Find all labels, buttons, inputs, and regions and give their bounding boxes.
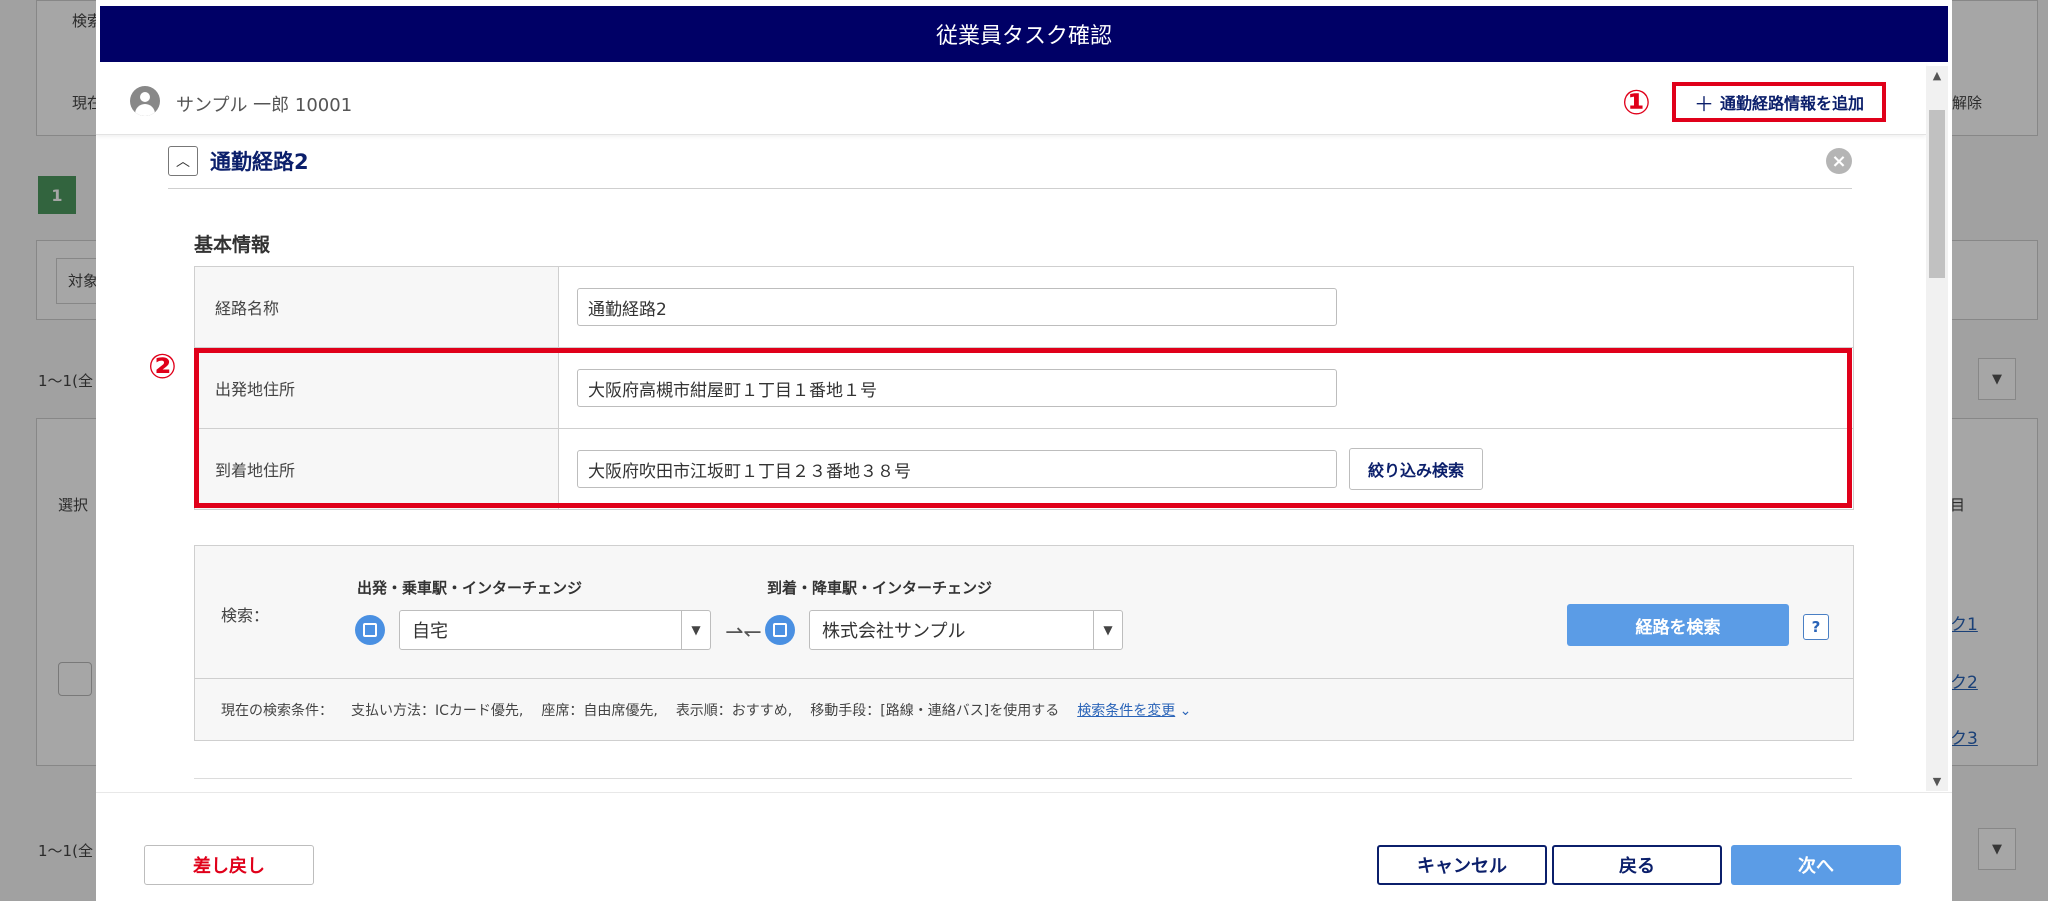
- to-station-value: 株式会社サンプル: [822, 621, 966, 642]
- arrival-address-label: 到着地住所: [195, 429, 559, 509]
- route-name-label: 経路名称: [195, 267, 559, 347]
- arrival-address-input[interactable]: [577, 450, 1337, 488]
- scroll-down-arrow-icon[interactable]: ▼: [1926, 772, 1948, 790]
- change-conditions-link[interactable]: 検索条件を変更 ⌄: [1077, 700, 1191, 720]
- help-question-icon[interactable]: ?: [1803, 614, 1829, 640]
- departure-address-input[interactable]: [577, 369, 1337, 407]
- condition-payment: 支払い方法：ICカード優先,: [351, 703, 524, 719]
- annotation-1: ①: [1622, 83, 1651, 123]
- next-button[interactable]: 次へ: [1731, 845, 1901, 885]
- from-station-caption: 出発・乗車駅・インターチェンジ: [357, 579, 583, 597]
- departure-address-label: 出発地住所: [195, 348, 559, 428]
- from-station-value: 自宅: [412, 621, 448, 642]
- route-name-cell: [559, 267, 1853, 347]
- user-name: サンプル 一郎 10001: [176, 95, 353, 116]
- chevron-down-icon: ⌄: [1175, 703, 1192, 719]
- refine-search-button[interactable]: 絞り込み検索: [1349, 448, 1484, 490]
- from-station-radio-icon[interactable]: [355, 615, 385, 645]
- arrival-address-cell: 絞り込み検索: [559, 429, 1853, 509]
- departure-address-cell: [559, 348, 1853, 428]
- swap-stations-icon[interactable]: ⇀↽: [725, 620, 762, 645]
- section-divider: [194, 778, 1852, 779]
- user-bar: サンプル 一郎 10001: [96, 62, 1926, 135]
- current-search-conditions: 現在の検索条件： 支払い方法：ICカード優先, 座席：自由席優先, 表示順：おす…: [221, 700, 1191, 720]
- remove-route-close-icon[interactable]: ×: [1826, 148, 1852, 174]
- form-row-arrival-address: 到着地住所 絞り込み検索: [195, 429, 1853, 509]
- modal-header: 従業員タスク確認: [100, 6, 1948, 62]
- collapse-chevron-up-icon[interactable]: ︿: [168, 146, 198, 176]
- change-conditions-label: 検索条件を変更: [1077, 703, 1176, 719]
- to-station-caption: 到着・降車駅・インターチェンジ: [767, 579, 993, 597]
- form-row-departure-address: 出発地住所: [195, 348, 1853, 429]
- to-station-chevron-down-icon[interactable]: ▼: [1093, 611, 1122, 649]
- search-route-button[interactable]: 経路を検索: [1567, 604, 1789, 646]
- to-station-radio-icon[interactable]: [765, 615, 795, 645]
- scroll-up-arrow-icon[interactable]: ▲: [1926, 66, 1948, 84]
- modal-title: 従業員タスク確認: [935, 24, 1112, 49]
- from-station-chevron-down-icon[interactable]: ▼: [681, 611, 710, 649]
- employee-task-modal: 従業員タスク確認 サンプル 一郎 10001 ① ＋ 通勤経路情報を追加 ▲ ▼…: [96, 0, 1952, 901]
- modal-scrollbar-thumb[interactable]: [1929, 110, 1945, 278]
- condition-order: 表示順：おすすめ,: [675, 703, 793, 719]
- condition-seat: 座席：自由席優先,: [541, 703, 658, 719]
- route-search-panel: 検索： 出発・乗車駅・インターチェンジ 自宅 ▼ ⇀↽ 到着・降車駅・インターチ…: [194, 545, 1854, 741]
- route-search-top: 検索： 出発・乗車駅・インターチェンジ 自宅 ▼ ⇀↽ 到着・降車駅・インターチ…: [195, 546, 1853, 679]
- to-station-select[interactable]: 株式会社サンプル ▼: [809, 610, 1123, 650]
- add-route-button[interactable]: ＋ 通勤経路情報を追加: [1672, 82, 1886, 122]
- modal-footer: 差し戻し キャンセル 戻る 次へ: [96, 792, 1952, 901]
- add-route-label: 通勤経路情報を追加: [1719, 94, 1864, 113]
- user-avatar-icon: [130, 86, 160, 116]
- condition-transport: 移動手段：[路線・連絡バス]を使用する: [810, 703, 1060, 719]
- basic-info-title: 基本情報: [194, 234, 271, 256]
- route-section-header: ︿ 通勤経路2 ×: [168, 142, 1852, 189]
- form-row-route-name: 経路名称: [195, 267, 1853, 348]
- plus-icon: ＋: [1693, 91, 1714, 116]
- search-label: 検索：: [221, 606, 270, 625]
- route-section-title: 通勤経路2: [210, 150, 309, 174]
- route-name-input[interactable]: [577, 288, 1337, 326]
- basic-info-form: 経路名称 出発地住所 到着地住所 絞り込み検索: [194, 266, 1854, 510]
- cancel-button[interactable]: キャンセル: [1377, 845, 1547, 885]
- conditions-prefix: 現在の検索条件：: [221, 703, 333, 719]
- back-button[interactable]: 戻る: [1552, 845, 1722, 885]
- from-station-select[interactable]: 自宅 ▼: [399, 610, 711, 650]
- send-back-button[interactable]: 差し戻し: [144, 845, 314, 885]
- annotation-2: ②: [148, 347, 177, 387]
